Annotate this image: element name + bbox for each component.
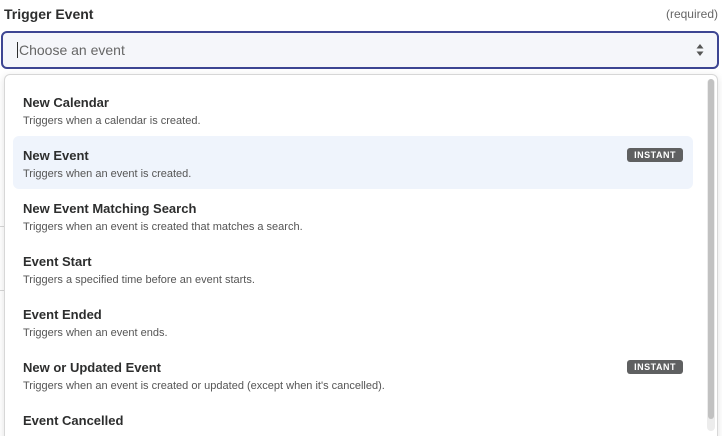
option-new-or-updated-event[interactable]: New or Updated Event Triggers when an ev… <box>13 348 693 401</box>
option-title: New or Updated Event <box>23 360 161 375</box>
trigger-event-page: Trigger Event (required) Choose an event… <box>0 0 722 436</box>
option-description: Triggers a specified time before an even… <box>23 274 255 286</box>
select-placeholder: Choose an event <box>19 42 125 58</box>
option-title: New Event <box>23 148 89 163</box>
event-dropdown-menu: New Calendar Triggers when a calendar is… <box>4 74 718 436</box>
option-description: Triggers when an event is created that m… <box>23 221 303 233</box>
required-indicator: (required) <box>665 7 718 21</box>
option-description: Triggers when an event ends. <box>23 327 168 339</box>
field-header: Trigger Event (required) <box>4 5 718 23</box>
option-event-cancelled[interactable]: Event Cancelled <box>13 401 693 436</box>
event-select[interactable]: Choose an event <box>1 31 719 69</box>
option-description: Triggers when an event is created. <box>23 168 192 180</box>
chevron-up-down-icon[interactable] <box>695 42 705 58</box>
field-label: Trigger Event <box>4 6 94 22</box>
option-description: Triggers when an event is created or upd… <box>23 380 385 392</box>
option-new-calendar[interactable]: New Calendar Triggers when a calendar is… <box>13 83 693 136</box>
instant-badge: INSTANT <box>627 148 683 162</box>
scrollbar-thumb[interactable] <box>708 79 714 419</box>
option-description: Triggers when a calendar is created. <box>23 115 201 127</box>
option-event-ended[interactable]: Event Ended Triggers when an event ends. <box>13 295 693 348</box>
option-title: New Calendar <box>23 95 109 110</box>
text-cursor <box>17 42 18 58</box>
instant-badge: INSTANT <box>627 360 683 374</box>
option-title: New Event Matching Search <box>23 201 197 216</box>
option-title: Event Ended <box>23 307 102 322</box>
options-list: New Calendar Triggers when a calendar is… <box>13 83 693 436</box>
option-new-event-matching-search[interactable]: New Event Matching Search Triggers when … <box>13 189 693 242</box>
option-new-event[interactable]: New Event Triggers when an event is crea… <box>13 136 693 189</box>
option-title: Event Start <box>23 254 92 269</box>
option-title: Event Cancelled <box>23 413 124 428</box>
dropdown-scrollbar[interactable] <box>707 79 715 431</box>
option-event-start[interactable]: Event Start Triggers a specified time be… <box>13 242 693 295</box>
